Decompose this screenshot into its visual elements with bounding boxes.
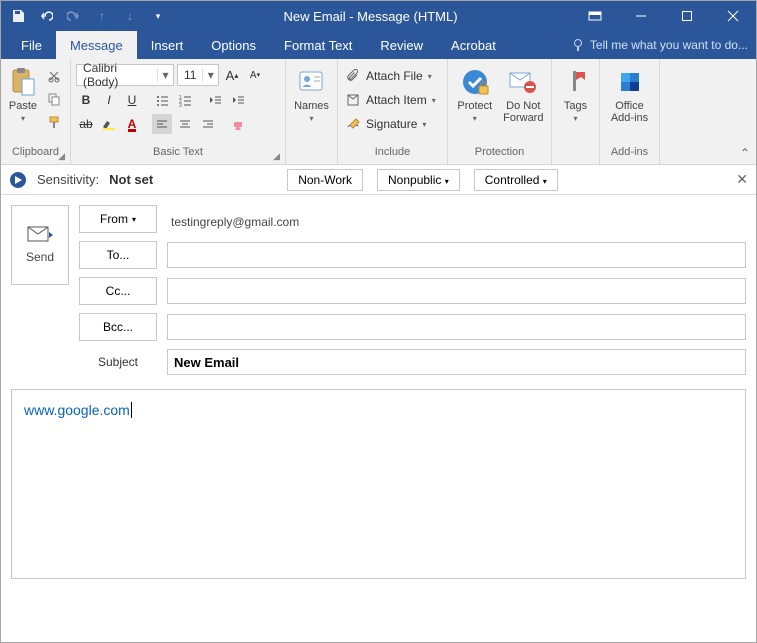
highlight-icon[interactable] (99, 114, 119, 134)
sensitivity-value: Not set (109, 172, 153, 187)
ribbon-display-button[interactable] (572, 1, 618, 31)
names-button[interactable]: Names ▾ (291, 62, 332, 123)
cut-icon[interactable] (44, 66, 64, 86)
group-protection-label: Protection (475, 146, 525, 158)
font-size-combo[interactable]: 11▾ (177, 64, 219, 86)
tab-message[interactable]: Message (56, 31, 137, 59)
tab-file[interactable]: File (7, 31, 56, 59)
group-clipboard-label: Clipboard (12, 146, 59, 158)
minimize-button[interactable] (618, 1, 664, 31)
send-label: Send (26, 250, 54, 264)
to-field[interactable] (167, 242, 746, 268)
save-icon[interactable] (7, 5, 29, 27)
from-value: testingreply@gmail.com (167, 210, 299, 229)
bcc-button[interactable]: Bcc... (79, 313, 157, 341)
font-combo[interactable]: Calibri (Body)▾ (76, 64, 174, 86)
basictext-launcher-icon[interactable]: ◢ (273, 151, 280, 162)
align-left-icon[interactable] (152, 114, 172, 134)
collapse-ribbon-icon[interactable]: ⌃ (740, 146, 750, 160)
tab-insert[interactable]: Insert (137, 31, 198, 59)
up-icon: ↑ (91, 5, 113, 27)
sensitivity-close-icon[interactable]: ✕ (736, 171, 748, 188)
shrink-font-icon[interactable]: A▾ (245, 65, 265, 85)
underline-icon[interactable]: U (122, 90, 142, 110)
copy-icon[interactable] (44, 89, 64, 109)
increase-indent-icon[interactable] (228, 90, 248, 110)
send-button[interactable]: Send (11, 205, 69, 285)
sensitivity-nonpublic[interactable]: Nonpublic ▾ (377, 169, 460, 191)
tags-button[interactable]: Tags ▾ (557, 62, 594, 123)
sensitivity-nonwork[interactable]: Non-Work (287, 169, 363, 191)
undo-icon[interactable] (35, 5, 57, 27)
tab-review[interactable]: Review (366, 31, 437, 59)
do-not-forward-button[interactable]: Do Not Forward (501, 62, 546, 124)
tell-me[interactable]: Tell me what you want to do... (510, 31, 756, 59)
sensitivity-label: Sensitivity: (37, 172, 99, 187)
group-include-label: Include (375, 146, 410, 158)
cc-button[interactable]: Cc... (79, 277, 157, 305)
close-button[interactable] (710, 1, 756, 31)
align-right-icon[interactable] (198, 114, 218, 134)
protect-button[interactable]: Protect ▾ (453, 62, 497, 123)
ribbon-tabs: File Message Insert Options Format Text … (1, 31, 756, 59)
clear-format-icon[interactable] (228, 114, 248, 134)
maximize-button[interactable] (664, 1, 710, 31)
ribbon: Paste ▾ Clipboard◢ Calibri (Body)▾ 11▾ A… (1, 59, 756, 165)
body-link[interactable]: www.google.com (24, 402, 130, 418)
down-icon: ↓ (119, 5, 141, 27)
bullets-icon[interactable] (152, 90, 172, 110)
clipboard-launcher-icon[interactable]: ◢ (58, 151, 65, 162)
align-center-icon[interactable] (175, 114, 195, 134)
signature-button[interactable]: Signature▾ (343, 114, 426, 134)
tab-options[interactable]: Options (197, 31, 270, 59)
format-painter-icon[interactable] (44, 112, 64, 132)
window-title: New Email - Message (HTML) (169, 9, 572, 24)
subject-label: Subject (79, 355, 157, 369)
group-basictext-label: Basic Text (153, 146, 203, 158)
bold-icon[interactable]: B (76, 90, 96, 110)
decrease-indent-icon[interactable] (205, 90, 225, 110)
svg-text:3: 3 (179, 103, 182, 107)
attach-file-button[interactable]: Attach File▾ (343, 66, 432, 86)
italic-icon[interactable]: I (99, 90, 119, 110)
signature-icon (343, 114, 363, 134)
attach-item-button[interactable]: Attach Item▾ (343, 90, 436, 110)
cc-field[interactable] (167, 278, 746, 304)
paste-button[interactable]: Paste ▾ (6, 62, 40, 123)
paperclip-icon (343, 66, 363, 86)
subject-field[interactable] (167, 349, 746, 375)
bcc-field[interactable] (167, 314, 746, 340)
font-color-icon[interactable]: A (122, 114, 142, 134)
sensitivity-controlled[interactable]: Controlled ▾ (474, 169, 558, 191)
to-button[interactable]: To... (79, 241, 157, 269)
from-button[interactable]: From ▾ (79, 205, 157, 233)
group-addins-label: Add-ins (611, 146, 648, 158)
grow-font-icon[interactable]: A▴ (222, 65, 242, 85)
tab-acrobat[interactable]: Acrobat (437, 31, 510, 59)
redo-icon (63, 5, 85, 27)
strike-icon[interactable]: ab (76, 114, 96, 134)
office-addins-button[interactable]: Office Add-ins (605, 62, 654, 124)
numbering-icon[interactable]: 123 (175, 90, 195, 110)
qat-customize-icon[interactable]: ▾ (147, 5, 169, 27)
sensitivity-icon (9, 171, 27, 189)
tell-me-label: Tell me what you want to do... (590, 38, 748, 52)
tab-format-text[interactable]: Format Text (270, 31, 366, 59)
message-body[interactable]: www.google.com (11, 389, 746, 579)
sensitivity-bar: Sensitivity: Not set Non-Work Nonpublic … (1, 165, 756, 195)
attach-item-icon (343, 90, 363, 110)
